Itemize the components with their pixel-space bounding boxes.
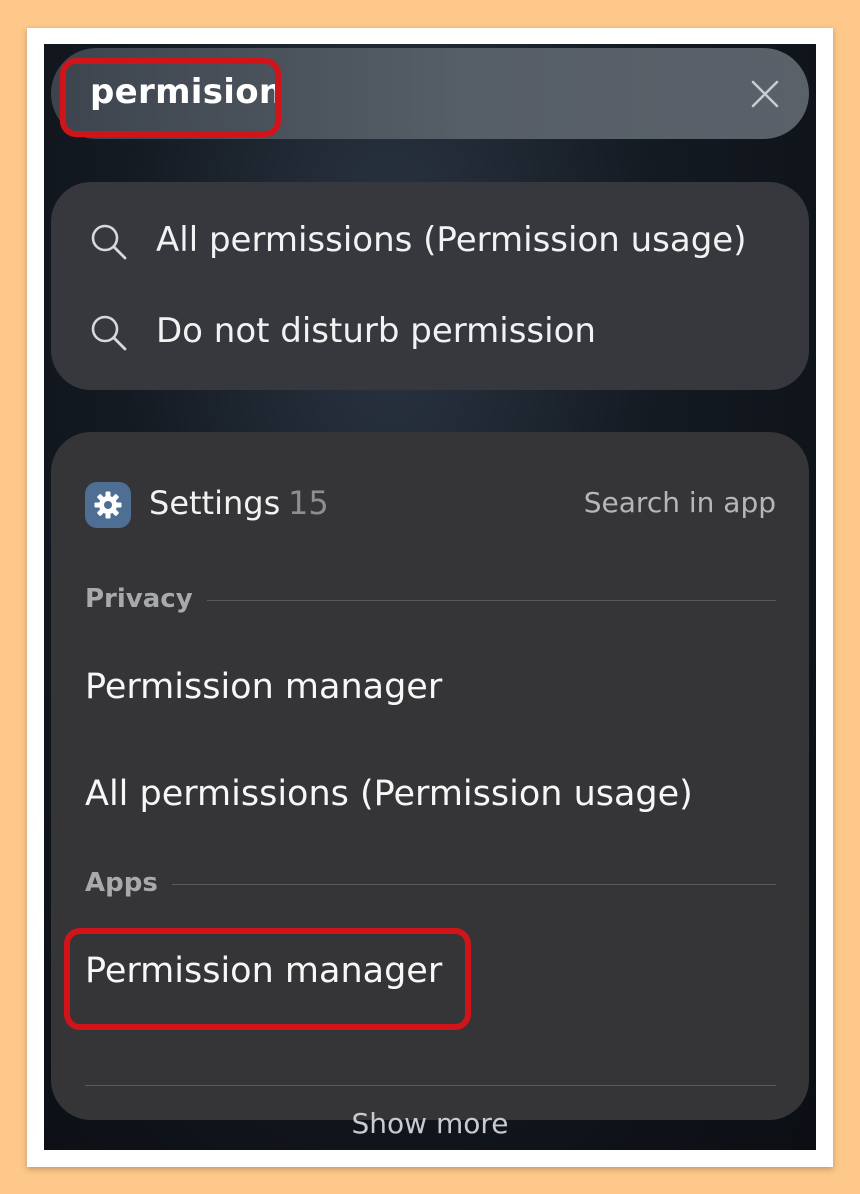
show-more-button[interactable]: Show more xyxy=(51,1107,809,1140)
close-icon[interactable] xyxy=(749,78,781,110)
suggestion-label: All permissions (Permission usage) xyxy=(156,220,747,260)
result-apps-permission-manager[interactable]: Permission manager xyxy=(85,951,442,991)
suggestion-item[interactable]: All permissions (Permission usage) xyxy=(51,206,809,276)
search-icon xyxy=(89,313,129,353)
search-in-app-link[interactable]: Search in app xyxy=(584,486,776,519)
divider xyxy=(85,1085,776,1086)
divider xyxy=(85,884,776,885)
settings-results-card: Settings 15 Search in app Privacy Permis… xyxy=(51,432,809,1140)
section-title: Privacy xyxy=(85,584,207,614)
app-name: Settings xyxy=(149,484,281,522)
section-header-apps: Apps xyxy=(85,868,776,902)
section-header-privacy: Privacy xyxy=(85,584,776,618)
section-title: Apps xyxy=(85,868,172,898)
phone-screen: permision All permissions (Permission us… xyxy=(44,44,816,1150)
suggestion-item[interactable]: Do not disturb permission xyxy=(51,297,809,367)
result-permission-manager[interactable]: Permission manager xyxy=(85,667,442,707)
result-all-permissions[interactable]: All permissions (Permission usage) xyxy=(85,774,693,814)
suggestion-label: Do not disturb permission xyxy=(156,311,596,351)
gear-icon xyxy=(85,482,131,528)
suggestions-card: All permissions (Permission usage) Do no… xyxy=(51,182,809,390)
search-icon xyxy=(89,222,129,262)
search-input[interactable]: permision xyxy=(90,72,283,112)
search-bar[interactable]: permision xyxy=(51,48,809,139)
result-count: 15 xyxy=(288,484,329,522)
